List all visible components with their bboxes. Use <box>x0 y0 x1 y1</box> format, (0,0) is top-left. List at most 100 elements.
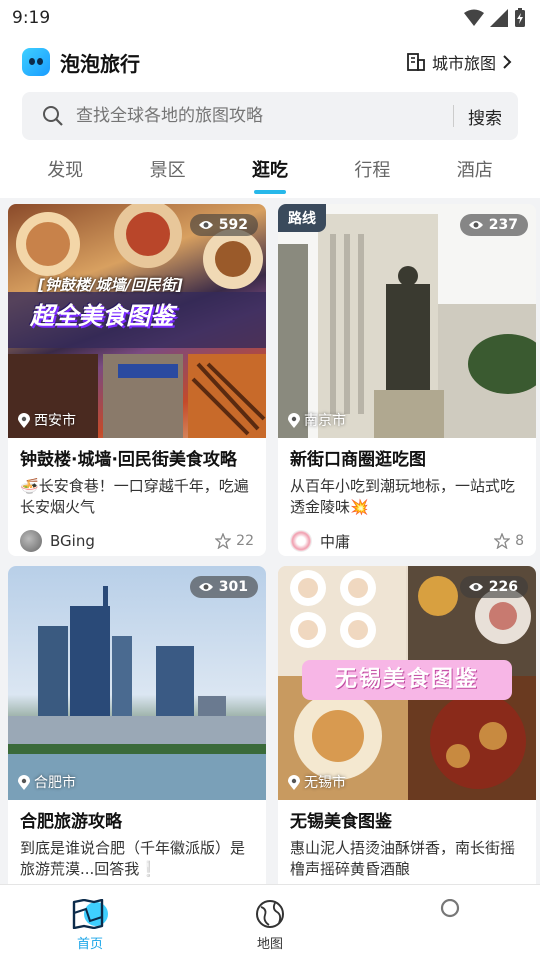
avatar <box>290 530 312 552</box>
card-location: 南京市 <box>288 410 346 430</box>
tab-itinerary[interactable]: 行程 <box>342 148 402 198</box>
route-tag: 路线 <box>278 204 326 232</box>
view-count-badge: 226 <box>459 576 528 598</box>
location-label: 合肥市 <box>34 775 76 791</box>
avatar <box>20 530 42 552</box>
author-name: BGing <box>50 532 95 550</box>
app-logo-icon <box>22 48 50 76</box>
nav-map[interactable]: 地图 <box>180 885 360 960</box>
desc-emoji: ❕ <box>139 860 158 878</box>
author-name: 中庸 <box>320 532 351 551</box>
statue-photo-graphic <box>278 204 536 438</box>
card-description: 🍜长安食巷！一口穿越千年，吃遍长安烟火气 <box>20 476 254 518</box>
card-location: 无锡市 <box>288 772 346 792</box>
location-label: 无锡市 <box>304 775 346 791</box>
tab-hotel[interactable]: 酒店 <box>445 148 505 198</box>
feed-card[interactable]: 路线 237 南京市 新街口商圈逛吃图 从百年小吃到潮玩地标，一站式吃透金陵味💥… <box>278 204 536 556</box>
card-location: 西安市 <box>18 410 76 430</box>
search-input[interactable] <box>76 106 439 126</box>
card-author[interactable]: 中庸 <box>290 530 350 552</box>
card-likes[interactable]: 8 <box>494 533 524 549</box>
globe-icon <box>256 900 284 928</box>
card-likes[interactable]: 22 <box>215 533 254 549</box>
card-overlay-title: 无锡美食图鉴 <box>302 660 512 700</box>
desc-text: 长安食巷！一口穿越千年，吃遍长安烟火气 <box>20 477 249 516</box>
card-image: 301 合肥市 <box>8 566 266 800</box>
brand: 泡泡旅行 <box>22 48 140 77</box>
card-author[interactable]: BGing <box>20 530 95 552</box>
bottom-nav: 首页 地图 <box>0 884 540 960</box>
view-count: 592 <box>218 217 248 233</box>
search-divider <box>453 105 454 127</box>
search-button[interactable]: 搜索 <box>468 104 502 129</box>
tab-scenic[interactable]: 景区 <box>138 148 198 198</box>
star-icon <box>215 533 232 549</box>
search-bar: 搜索 <box>22 92 518 140</box>
nav-profile[interactable] <box>360 885 540 960</box>
desc-text: 到底是谁说合肥（千年徽派版）是旅游荒漠...回答我 <box>20 839 246 878</box>
tab-discover[interactable]: 发现 <box>35 148 95 198</box>
feed-card[interactable]: 301 合肥市 合肥旅游攻略 到底是谁说合肥（千年徽派版）是旅游荒漠...回答我… <box>8 566 266 884</box>
circle-icon <box>440 899 460 918</box>
desc-emoji: 💥 <box>350 498 369 516</box>
location-pin-icon <box>288 412 300 428</box>
view-count: 237 <box>488 217 518 233</box>
nav-home[interactable]: 首页 <box>0 885 180 960</box>
card-image: [钟鼓楼/城墙/回民街] 超全美食图鉴 592 西安市 <box>8 204 266 438</box>
location-pin-icon <box>18 412 30 428</box>
city-map-label: 城市旅图 <box>431 54 496 73</box>
battery-icon <box>515 8 525 27</box>
chevron-right-icon <box>503 55 512 69</box>
eye-icon <box>198 221 213 229</box>
like-count: 8 <box>515 533 524 549</box>
card-description: 到底是谁说合肥（千年徽派版）是旅游荒漠...回答我❕ <box>20 838 254 880</box>
eye-icon <box>468 221 483 229</box>
card-title: 合肥旅游攻略 <box>20 812 122 832</box>
location-pin-icon <box>288 774 300 790</box>
card-location: 合肥市 <box>18 772 76 792</box>
nav-home-label: 首页 <box>76 937 103 952</box>
card-image: 无锡美食图鉴 226 无锡市 <box>278 566 536 800</box>
card-title: 新街口商圈逛吃图 <box>290 450 426 470</box>
card-title: 无锡美食图鉴 <box>290 812 392 832</box>
home-map-icon <box>72 899 108 929</box>
star-icon <box>494 533 511 549</box>
card-description: 惠山泥人捂烫油酥饼香，南长街摇橹声摇碎黄昏酒酿 <box>290 839 516 878</box>
like-count: 22 <box>236 533 254 549</box>
search-icon <box>43 106 63 126</box>
view-count: 301 <box>218 579 248 595</box>
app-header: 泡泡旅行 城市旅图 <box>0 36 540 88</box>
app-name: 泡泡旅行 <box>60 51 140 76</box>
building-icon <box>407 53 425 71</box>
view-count: 226 <box>488 579 518 595</box>
signal-icon <box>490 9 508 27</box>
status-bar: 9:19 <box>0 0 540 36</box>
feed-card[interactable]: [钟鼓楼/城墙/回民街] 超全美食图鉴 592 西安市 钟鼓楼·城墙·回民街美食… <box>8 204 266 556</box>
card-overlay-title: 超全美食图鉴 <box>30 302 174 330</box>
location-pin-icon <box>18 774 30 790</box>
eye-icon <box>468 583 483 591</box>
desc-text: 从百年小吃到潮玩地标，一站式吃透金陵味 <box>290 477 516 516</box>
view-count-badge: 592 <box>189 214 258 236</box>
search-section: 搜索 <box>0 88 540 148</box>
card-description: 从百年小吃到潮玩地标，一站式吃透金陵味💥 <box>290 476 524 518</box>
card-overlay-subtitle: [钟鼓楼/城墙/回民街] <box>38 276 183 294</box>
feed-grid: [钟鼓楼/城墙/回民街] 超全美食图鉴 592 西安市 钟鼓楼·城墙·回民街美食… <box>0 198 540 884</box>
tab-food[interactable]: 逛吃 <box>240 148 300 198</box>
location-label: 西安市 <box>34 413 76 429</box>
status-time: 9:19 <box>12 8 51 28</box>
status-icons <box>464 8 526 28</box>
location-label: 南京市 <box>304 413 346 429</box>
category-tabs: 发现 景区 逛吃 行程 酒店 <box>0 148 540 198</box>
wifi-icon <box>464 9 484 26</box>
view-count-badge: 301 <box>189 576 258 598</box>
desc-emoji: 🍜 <box>20 477 39 495</box>
eye-icon <box>198 583 213 591</box>
nav-map-label: 地图 <box>256 937 283 952</box>
feed-card[interactable]: 无锡美食图鉴 226 无锡市 无锡美食图鉴 惠山泥人捂烫油酥饼香，南长街摇橹声摇… <box>278 566 536 884</box>
card-image: 路线 237 南京市 <box>278 204 536 438</box>
city-map-link[interactable]: 城市旅图 <box>406 50 512 74</box>
view-count-badge: 237 <box>459 214 528 236</box>
card-title: 钟鼓楼·城墙·回民街美食攻略 <box>20 450 237 470</box>
skyline-photo-graphic <box>8 586 266 800</box>
